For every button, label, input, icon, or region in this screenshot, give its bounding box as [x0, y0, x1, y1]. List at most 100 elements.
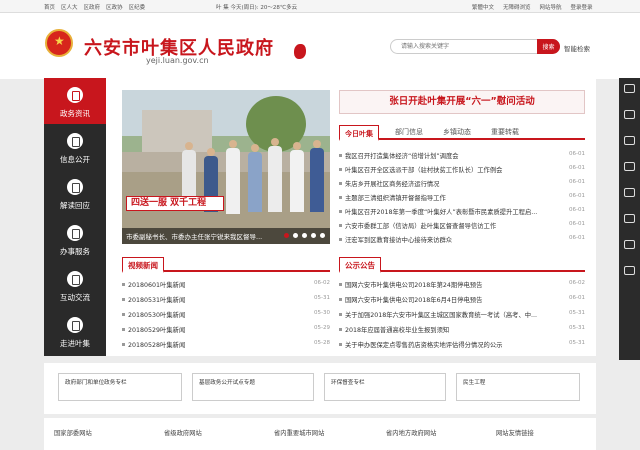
nav-item-interaction[interactable]: 互动交流: [44, 262, 106, 308]
news-title[interactable]: 我区召开打造集体经济“倍增计划”调度会: [345, 151, 557, 160]
weibo-icon[interactable]: [624, 110, 635, 119]
nav-item-yeji[interactable]: 走进叶集: [44, 308, 106, 354]
traditional-chinese-link[interactable]: 繁體中文: [472, 3, 494, 11]
left-nav: 政务资讯 信息公开 解读回应 办事服务 互动交流 走进叶集: [44, 78, 106, 356]
livelihood-column-select[interactable]: 民生工程: [456, 373, 580, 401]
list-item[interactable]: 关于申办医保定点零售药店资格实地评估得分情况的公示 05-31: [339, 339, 585, 351]
desktop-icon[interactable]: [624, 188, 635, 197]
top-bar: 首页 区人大 区政府 区政协 区纪委 叶 集 今天(周日): 20～28℃多云 …: [0, 0, 640, 13]
news-date: 06-01: [569, 179, 585, 185]
video-title[interactable]: 20180601叶集新闻: [128, 280, 185, 289]
tab-reprint[interactable]: 重要转载: [491, 124, 519, 140]
notice-title[interactable]: 关于加强2018年六安市叶集区主城区国家教育统一考试（高考、中...: [345, 310, 557, 319]
mobile-icon[interactable]: [624, 162, 635, 171]
footer-link-cities[interactable]: 省内重要城市网站: [274, 428, 324, 437]
video-date: 05-29: [314, 325, 330, 331]
tab-township[interactable]: 乡镇动态: [443, 124, 471, 140]
tab-department[interactable]: 部门信息: [395, 124, 423, 140]
nav-item-interpret[interactable]: 解读回应: [44, 170, 106, 216]
news-title[interactable]: 汪宏军到区教育接访中心接待来访群众: [345, 235, 557, 244]
list-item[interactable]: 叶集区召开2018年第一季度“叶集好人”表彰暨市民素质提升工程启... 06-01: [339, 206, 585, 218]
list-item[interactable]: 朱店乡开展社区商务经济运行情况 06-01: [339, 178, 585, 190]
video-title[interactable]: 20180531叶集新闻: [128, 295, 185, 304]
notice-title[interactable]: 2018年应届普通高校毕业生报到须知: [345, 325, 557, 334]
email-icon[interactable]: [624, 240, 635, 249]
list-item[interactable]: 汪宏军到区教育接访中心接待来访群众 06-01: [339, 234, 585, 246]
video-title[interactable]: 20180530叶集新闻: [128, 310, 185, 319]
footer-link-local[interactable]: 省内地方政府网站: [386, 428, 436, 437]
nav-item-service[interactable]: 办事服务: [44, 216, 106, 262]
app-icon[interactable]: [624, 136, 635, 145]
footer-link-friends[interactable]: 网站友情链接: [496, 428, 534, 437]
list-item[interactable]: 叶集区召开全区选派干部（驻村扶贫工作队长）工作例会 06-01: [339, 164, 585, 176]
tab-today-yeji[interactable]: 今日叶集: [339, 125, 379, 141]
accessibility-link[interactable]: 无障碍浏览: [503, 3, 531, 11]
list-item[interactable]: 20180531叶集新闻 05-31: [122, 294, 330, 306]
list-item[interactable]: 20180601叶集新闻 06-02: [122, 279, 330, 291]
headline-news[interactable]: 张日开赴叶集开展“六一”慰问活动: [339, 90, 585, 114]
message-icon[interactable]: [624, 214, 635, 223]
top-link-discipline[interactable]: 区纪委: [129, 3, 146, 11]
list-item[interactable]: 国网六安市叶集供电公司2018年第24期停电预告 06-02: [339, 279, 585, 291]
nav-item-info[interactable]: 信息公开: [44, 124, 106, 170]
news-slideshow[interactable]: 四送一服 双千工程 市委副秘书长、市委办主任张宁锐来我区督导...: [122, 90, 330, 244]
nav-item-label: 政务资讯: [60, 109, 90, 118]
slide-dot[interactable]: [284, 233, 289, 238]
nav-item-label: 信息公开: [60, 155, 90, 164]
notice-title[interactable]: 国网六安市叶集供电公司2018年6月4日停电预告: [345, 295, 557, 304]
monitor-icon[interactable]: [624, 266, 635, 275]
notice-date: 06-01: [569, 295, 585, 301]
list-item[interactable]: 20180529叶集新闻 05-29: [122, 324, 330, 336]
news-title[interactable]: 朱店乡开展社区商务经济运行情况: [345, 179, 557, 188]
video-news-header: 视频新闻: [122, 256, 330, 273]
list-item[interactable]: 主题部三清组织清镇开督督指导工作 06-01: [339, 192, 585, 204]
slide-dot[interactable]: [302, 233, 307, 238]
person: [248, 144, 262, 212]
list-item[interactable]: 我区召开打造集体经济“倍增计划”调度会 06-01: [339, 150, 585, 162]
video-title[interactable]: 20180529叶集新闻: [128, 325, 185, 334]
news-tabs: 今日叶集 部门信息 乡镇动态 重要转载: [339, 124, 585, 141]
login-link[interactable]: 登录登录: [571, 3, 593, 11]
select-label: 环保督查专栏: [331, 380, 365, 386]
list-item[interactable]: 关于加强2018年六安市叶集区主城区国家教育统一考试（高考、中... 05-31: [339, 309, 585, 321]
notice-title[interactable]: 国网六安市叶集供电公司2018年第24期停电预告: [345, 280, 557, 289]
nav-item-label: 解读回应: [60, 201, 90, 210]
video-date: 05-30: [314, 310, 330, 316]
video-news-title[interactable]: 视频新闻: [122, 257, 164, 273]
notice-title[interactable]: 关于申办医保定点零售药店资格实地评估得分情况的公示: [345, 340, 557, 349]
interaction-icon: [67, 271, 83, 287]
list-item[interactable]: 国网六安市叶集供电公司2018年6月4日停电预告 06-01: [339, 294, 585, 306]
news-title[interactable]: 六安市委群工部（信访局）赴叶集区督查督导信访工作: [345, 221, 557, 230]
notices-header: 公示公告: [339, 256, 585, 273]
environment-column-select[interactable]: 环保督查专栏: [324, 373, 446, 401]
slide-dot[interactable]: [293, 233, 298, 238]
search-box: [390, 39, 560, 54]
smart-search-link[interactable]: 智能检索: [564, 43, 590, 53]
nav-item-news[interactable]: 政务资讯: [44, 78, 106, 124]
top-link-government[interactable]: 区政府: [84, 3, 101, 11]
slide-dot[interactable]: [311, 233, 316, 238]
top-right-links: 繁體中文 无障碍浏览 网站导航 登录登录: [472, 3, 593, 11]
dept-column-select[interactable]: 政府部门和单位政务专栏: [58, 373, 182, 401]
search-input[interactable]: [401, 42, 531, 52]
site-nav-link[interactable]: 网站导航: [540, 3, 562, 11]
list-item[interactable]: 六安市委群工部（信访局）赴叶集区督查督导信访工作 06-01: [339, 220, 585, 232]
footer-link-ministries[interactable]: 国家部委网站: [54, 428, 92, 437]
search-button[interactable]: 搜索: [537, 39, 560, 54]
top-link-home[interactable]: 首页: [44, 3, 55, 11]
list-item[interactable]: 20180530叶集新闻 05-30: [122, 309, 330, 321]
list-item[interactable]: 2018年应届普通高校毕业生报到须知 05-31: [339, 324, 585, 336]
footer-link-provincial[interactable]: 省级政府网站: [164, 428, 202, 437]
grassroots-column-select[interactable]: 基层政务公开试点专题: [192, 373, 314, 401]
video-title[interactable]: 20180528叶集新闻: [128, 340, 185, 349]
notices-title[interactable]: 公示公告: [339, 257, 381, 273]
wechat-icon[interactable]: [624, 84, 635, 93]
slide-dot[interactable]: [320, 233, 325, 238]
news-title[interactable]: 主题部三清组织清镇开督督指导工作: [345, 193, 557, 202]
caption-text[interactable]: 市委副秘书长、市委办主任张宁锐来我区督导...: [126, 231, 278, 241]
list-item[interactable]: 20180528叶集新闻 05-28: [122, 339, 330, 351]
news-title[interactable]: 叶集区召开全区选派干部（驻村扶贫工作队长）工作例会: [345, 165, 557, 174]
top-link-congress[interactable]: 区人大: [61, 3, 78, 11]
news-title[interactable]: 叶集区召开2018年第一季度“叶集好人”表彰暨市民素质提升工程启...: [345, 207, 557, 216]
top-link-cppcc[interactable]: 区政协: [106, 3, 123, 11]
